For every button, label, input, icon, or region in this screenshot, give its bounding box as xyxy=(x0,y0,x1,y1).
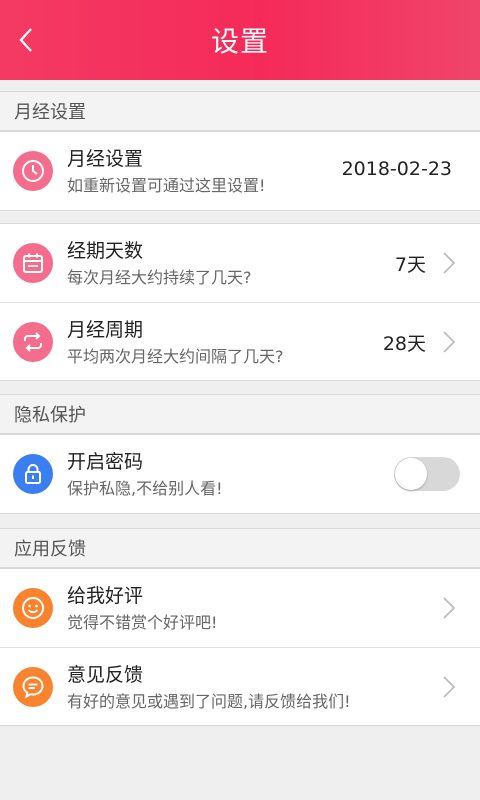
chevron-right-icon xyxy=(443,676,456,698)
group-privacy: 开启密码 保护私隐,不给别人看! xyxy=(0,434,480,514)
row-rate-app[interactable]: 给我好评 觉得不错赏个好评吧! xyxy=(0,569,480,647)
section-header-privacy: 隐私保护 xyxy=(0,394,480,434)
section-header-period: 月经设置 xyxy=(0,91,480,131)
calendar-icon xyxy=(13,243,53,283)
last-period-date: 2018-02-23 xyxy=(341,158,452,180)
row-password: 开启密码 保护私隐,不给别人看! xyxy=(0,435,480,513)
row-subtitle: 觉得不错赏个好评吧! xyxy=(67,613,218,632)
row-feedback[interactable]: 意见反馈 有好的意见或遇到了问题,请反馈给我们! xyxy=(0,647,480,725)
chat-bubble-icon xyxy=(13,667,53,707)
cycle-length-value: 28天 xyxy=(382,333,426,355)
row-title: 给我好评 xyxy=(67,585,144,607)
password-toggle[interactable] xyxy=(394,457,460,491)
lock-icon xyxy=(13,454,53,494)
chevron-right-icon xyxy=(443,597,456,619)
app-bar: 设置 xyxy=(0,0,480,80)
row-subtitle: 有好的意见或遇到了问题,请反馈给我们! xyxy=(67,692,351,711)
row-subtitle: 如重新设置可通过这里设置! xyxy=(67,176,266,195)
group-cycle-settings: 经期天数 每次月经大约持续了几天? 7天 月经周期 平均两次月经大约间隔了几天?… xyxy=(0,223,480,381)
group-feedback: 给我好评 觉得不错赏个好评吧! 意见反馈 有好的意见或遇到了问题,请反馈给我们! xyxy=(0,568,480,726)
section-header-feedback: 应用反馈 xyxy=(0,528,480,568)
page-title: 设置 xyxy=(210,25,269,58)
toggle-knob xyxy=(395,458,427,490)
clock-icon xyxy=(13,151,53,191)
row-title: 月经设置 xyxy=(67,148,144,170)
row-last-period[interactable]: 月经设置 如重新设置可通过这里设置! 2018-02-23 xyxy=(0,132,480,210)
row-subtitle: 每次月经大约持续了几天? xyxy=(67,268,252,287)
row-period-duration[interactable]: 经期天数 每次月经大约持续了几天? 7天 xyxy=(0,224,480,302)
row-subtitle: 保护私隐,不给别人看! xyxy=(67,479,223,498)
chevron-right-icon xyxy=(443,252,456,274)
row-title: 经期天数 xyxy=(67,240,144,262)
row-subtitle: 平均两次月经大约间隔了几天? xyxy=(67,347,284,366)
group-last-period: 月经设置 如重新设置可通过这里设置! 2018-02-23 xyxy=(0,131,480,211)
chevron-left-icon xyxy=(19,28,32,52)
back-button[interactable] xyxy=(6,20,46,60)
smiley-icon xyxy=(13,588,53,628)
row-cycle-length[interactable]: 月经周期 平均两次月经大约间隔了几天? 28天 xyxy=(0,302,480,380)
chevron-right-icon xyxy=(443,331,456,353)
repeat-icon xyxy=(13,322,53,362)
row-title: 意见反馈 xyxy=(67,664,144,686)
period-duration-value: 7天 xyxy=(394,254,426,276)
row-title: 开启密码 xyxy=(67,451,144,473)
row-title: 月经周期 xyxy=(67,319,144,341)
